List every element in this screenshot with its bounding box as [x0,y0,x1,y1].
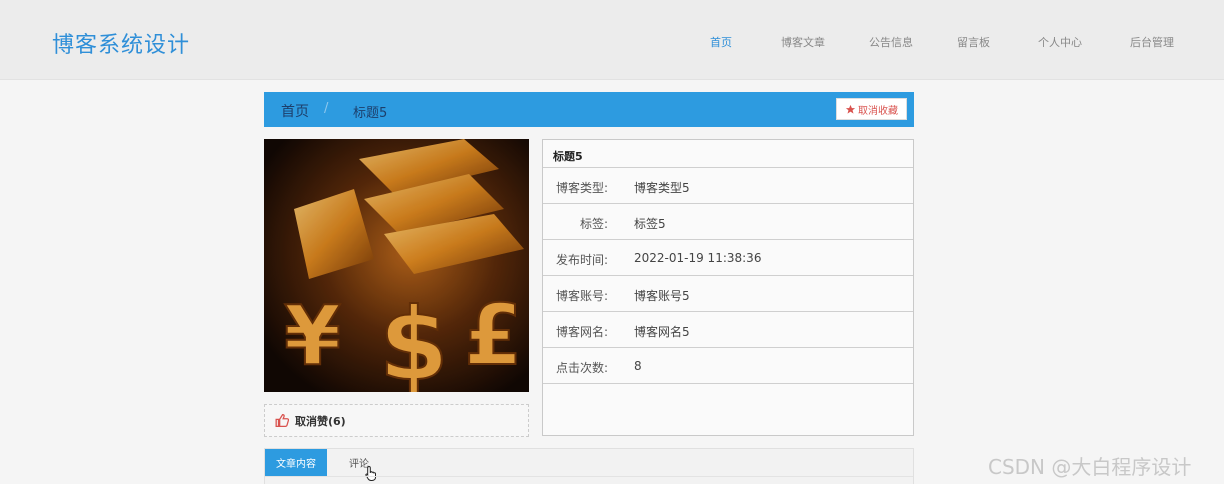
detail-value: 8 [634,359,642,373]
article-details-table: 标题5 博客类型: 博客类型5 标签: 标签5 发布时间: 2022-01-19… [542,139,914,436]
nav-admin[interactable]: 后台管理 [1130,34,1174,50]
detail-row-publish-time: 发布时间: 2022-01-19 11:38:36 [543,240,913,276]
detail-label: 发布时间: [555,253,608,267]
nav-message-board[interactable]: 留言板 [957,34,990,50]
nav-blog-articles[interactable]: 博客文章 [781,34,825,50]
detail-label: 点击次数: [555,361,608,375]
detail-value: 博客账号5 [634,289,690,303]
breadcrumb: 首页 / 标题5 取消收藏 [264,92,914,127]
article-image: ¥ $ £ [264,139,529,392]
detail-value: 博客类型5 [634,181,690,195]
content-tabs: 文章内容 评论 [264,448,914,484]
detail-label: 博客类型: [555,181,608,195]
thumbs-up-icon [275,414,289,427]
detail-label: 博客账号: [555,289,608,303]
hand-cursor-icon [365,465,376,481]
breadcrumb-separator: / [324,101,329,116]
tab-divider [265,476,913,477]
nav-home[interactable]: 首页 [710,34,732,50]
nav-announcements[interactable]: 公告信息 [869,34,913,50]
main-nav: 首页 博客文章 公告信息 留言板 个人中心 后台管理 [0,34,1224,50]
detail-label: 博客网名: [555,325,608,339]
detail-value: 2022-01-19 11:38:36 [634,251,762,265]
detail-row-tag: 标签: 标签5 [543,204,913,240]
detail-label: 标签: [579,217,608,231]
star-icon [845,104,856,114]
breadcrumb-current: 标题5 [353,106,388,121]
detail-value: 标签5 [634,217,666,231]
watermark: CSDN @大白程序设计 [988,455,1192,479]
detail-value: 博客网名5 [634,325,690,339]
cancel-favorite-label: 取消收藏 [858,105,898,117]
detail-row-account: 博客账号: 博客账号5 [543,276,913,312]
detail-row-type: 博客类型: 博客类型5 [543,168,913,204]
detail-row-views: 点击次数: 8 [543,348,913,384]
nav-personal-center[interactable]: 个人中心 [1038,34,1082,50]
detail-row-nickname: 博客网名: 博客网名5 [543,312,913,348]
details-title: 标题5 [543,140,913,168]
breadcrumb-home[interactable]: 首页 [281,101,309,121]
tab-article-content[interactable]: 文章内容 [265,449,327,476]
unlike-button[interactable]: 取消赞(6) [264,404,529,437]
cancel-favorite-button[interactable]: 取消收藏 [836,98,907,120]
top-header: 博客系统设计 首页 博客文章 公告信息 留言板 个人中心 后台管理 [0,0,1224,80]
unlike-label: 取消赞(6) [295,414,346,428]
